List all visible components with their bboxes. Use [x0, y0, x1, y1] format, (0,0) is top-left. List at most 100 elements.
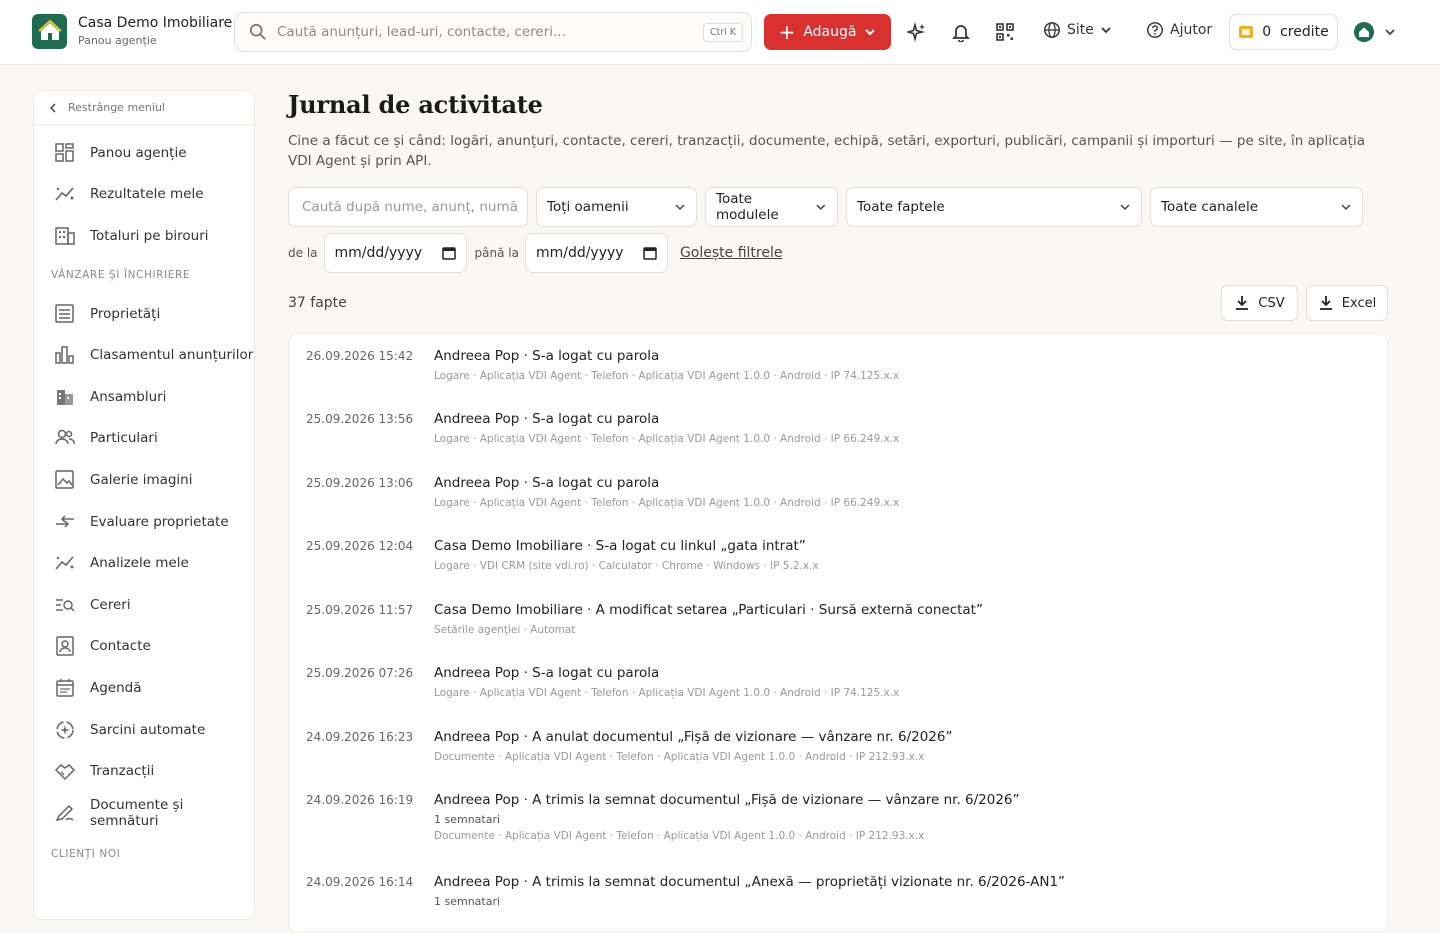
clear-filters-link[interactable]: Golește filtrele	[680, 245, 783, 261]
activity-body: Andreea Pop · A anulat documentul „Fișă …	[434, 729, 952, 792]
sidebar-section-clients: CLIENȚI NOI	[51, 847, 121, 860]
activity-row[interactable]: 25.09.2026 11:57 Casa Demo Imobiliare · …	[289, 602, 1387, 665]
activity-actor: Andreea Pop	[434, 411, 520, 427]
sidebar-item-evaluare-proprietate[interactable]: Evaluare proprietate	[34, 501, 254, 543]
from-label: de la	[288, 246, 318, 260]
filter-facts-select[interactable]: Toate faptele	[846, 187, 1142, 227]
activity-row[interactable]: 25.09.2026 13:56 Andreea Pop · S-a logat…	[289, 411, 1387, 475]
activity-action: · A anulat documentul „Fișă de vizionare…	[519, 729, 953, 745]
sidebar-item-particulari[interactable]: Particulari	[34, 418, 254, 460]
sidebar-item-analizele-mele[interactable]: Analizele mele	[34, 542, 254, 584]
site-menu[interactable]: Site	[1043, 21, 1112, 39]
sidebar-item-documente-si-semnaturi[interactable]: Documente și semnături	[34, 792, 254, 834]
export-excel-button[interactable]: Excel	[1306, 285, 1388, 321]
plus-icon: +	[778, 20, 796, 44]
chart-line-icon	[55, 187, 74, 201]
sidebar-item-label: Totaluri pe birouri	[90, 227, 209, 244]
filter-people-value: Toți oamenii	[547, 199, 629, 215]
sidebar-item-tranzactii[interactable]: Tranzacții	[34, 750, 254, 792]
filter-search-input[interactable]: Caută după nume, anunț, numă	[288, 187, 528, 227]
activity-extra: 1 semnatari	[434, 895, 501, 908]
activity-row[interactable]: 24.09.2026 16:19 Andreea Pop · A trimis …	[289, 792, 1387, 874]
activity-actor: Andreea Pop	[434, 729, 520, 745]
add-button[interactable]: + Adaugă	[764, 14, 891, 50]
sidebar-item-label: Agendă	[90, 679, 142, 696]
activity-time: 24.09.2026 16:14	[306, 875, 414, 889]
from-date-input[interactable]: mm/dd/yyyy	[323, 233, 467, 273]
chevron-left-icon	[49, 102, 56, 113]
globe-icon	[1044, 22, 1060, 38]
sidebar-item-label: Analizele mele	[90, 555, 189, 572]
activity-meta: Documente · Aplicația VDI Agent · Telefo…	[434, 751, 925, 763]
global-search[interactable]: Ctrl K	[234, 12, 752, 52]
chevron-down-icon	[675, 204, 685, 211]
activity-body: Casa Demo Imobiliare · A modificat setar…	[434, 602, 983, 665]
brand-logo[interactable]	[32, 14, 67, 49]
export-csv-button[interactable]: CSV	[1221, 285, 1298, 321]
activity-actor: Andreea Pop	[434, 475, 520, 491]
sidebar-item-galerie-imagini[interactable]: Galerie imagini	[34, 459, 254, 501]
collapse-label: Restrânge meniul	[68, 101, 165, 114]
sidebar-item-clasamentul-anunturilor[interactable]: Clasamentul anunțurilor	[34, 334, 254, 376]
activity-body: Andreea Pop · A trimis la semnat documen…	[434, 792, 1020, 874]
sidebar-item-contacte[interactable]: Contacte	[34, 626, 254, 668]
activity-title: Casa Demo Imobiliare · A modificat setar…	[434, 602, 983, 618]
sidebar-item-agenda[interactable]: Agendă	[34, 667, 254, 709]
activity-row[interactable]: 25.09.2026 12:04 Casa Demo Imobiliare · …	[289, 538, 1387, 602]
help-label: Ajutor	[1170, 22, 1213, 38]
search-input[interactable]	[277, 24, 703, 40]
sidebar-item-label: Rezultatele mele	[90, 186, 204, 203]
activity-row[interactable]: 24.09.2026 16:14 Andreea Pop · A trimis …	[289, 874, 1387, 932]
search-icon	[249, 23, 266, 40]
activity-body: Casa Demo Imobiliare · S-a logat cu link…	[434, 538, 819, 602]
dashboard-icon	[55, 143, 74, 162]
activity-row[interactable]: 25.09.2026 13:06 Andreea Pop · S-a logat…	[289, 475, 1387, 538]
activity-body: Andreea Pop · S-a logat cu parola Logare…	[434, 411, 899, 475]
page-title: Jurnal de activitate	[288, 90, 543, 119]
sidebar-item-proprietati[interactable]: Proprietăți	[34, 293, 254, 335]
collapse-menu-button[interactable]: Restrânge meniul	[34, 91, 254, 125]
filter-modules-select[interactable]: Toate modulele	[705, 187, 838, 227]
credits-button[interactable]: 0 credite	[1229, 14, 1338, 50]
activity-row[interactable]: 26.09.2026 15:42 Andreea Pop · S-a logat…	[289, 348, 1387, 411]
sidebar-item-rezultatele-mele[interactable]: Rezultatele mele	[34, 174, 254, 216]
notifications-button[interactable]	[950, 21, 972, 43]
csv-label: CSV	[1258, 295, 1285, 311]
qr-button[interactable]	[994, 21, 1016, 43]
handshake-icon	[54, 764, 76, 781]
activity-title: Andreea Pop · S-a logat cu parola	[434, 348, 899, 364]
to-date-input[interactable]: mm/dd/yyyy	[524, 233, 668, 273]
sidebar-item-label: Cereri	[90, 596, 131, 613]
ai-sparkle-button[interactable]	[906, 21, 928, 43]
chart-line-icon	[55, 556, 74, 570]
activity-extra: 1 semnatari	[434, 813, 501, 826]
sidebar-item-ansambluri[interactable]: Ansambluri	[34, 376, 254, 418]
activity-actor: Casa Demo Imobiliare	[434, 538, 583, 554]
sidebar-item-totaluri-pe-birouri[interactable]: Totaluri pe birouri	[34, 215, 254, 257]
main-content: Jurnal de activitate Cine a făcut ce și …	[288, 90, 1388, 933]
help-link[interactable]: Ajutor	[1146, 21, 1212, 39]
chevron-down-icon[interactable]	[1384, 26, 1396, 38]
automation-icon	[56, 720, 74, 739]
activity-row[interactable]: 24.09.2026 16:23 Andreea Pop · A anulat …	[289, 729, 1387, 792]
avatar[interactable]	[1354, 22, 1374, 42]
filter-people-select[interactable]: Toți oamenii	[536, 187, 697, 227]
chevron-down-icon	[865, 29, 876, 36]
activity-time: 24.09.2026 16:19	[306, 793, 414, 807]
activity-row[interactable]: 25.09.2026 07:26 Andreea Pop · S-a logat…	[289, 665, 1387, 729]
sidebar-item-sarcini-automate[interactable]: Sarcini automate	[34, 709, 254, 751]
filter-channels-select[interactable]: Toate canalele	[1150, 187, 1363, 227]
sidebar-item-label: Clasamentul anunțurilor	[90, 347, 254, 364]
download-icon	[1319, 296, 1332, 310]
filters-row: Caută după nume, anunț, numă Toți oameni…	[288, 187, 1388, 227]
sidebar-item-cereri[interactable]: Cereri	[34, 584, 254, 626]
sidebar-item-label: Documente și semnături	[90, 796, 184, 829]
activity-time: 25.09.2026 07:26	[306, 666, 414, 680]
coin-icon	[1239, 26, 1254, 38]
activity-time: 25.09.2026 13:06	[306, 476, 414, 490]
sidebar-item-panou-agentie[interactable]: Panou agenție	[34, 132, 254, 174]
activity-actor: Andreea Pop	[434, 665, 520, 681]
calendar-icon	[643, 247, 657, 260]
brand: Casa Demo Imobiliare Panou agenție	[78, 15, 232, 47]
activity-action: · A trimis la semnat documentul „Anexă —…	[519, 874, 1066, 890]
